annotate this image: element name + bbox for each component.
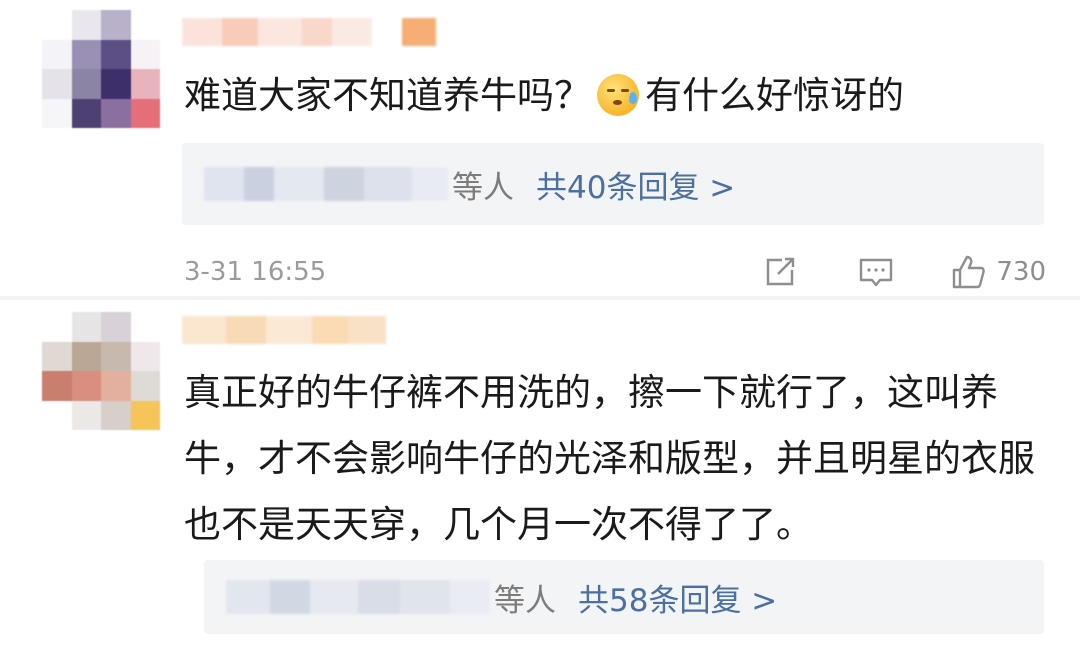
username-blurred[interactable] [182, 18, 436, 46]
like-icon [953, 255, 986, 289]
reply-users-suffix: 等人 [452, 169, 514, 206]
comment-text-part1: 难道大家不知道养牛吗？ [184, 74, 591, 117]
comment-item: 难道大家不知道养牛吗？ 有什么好惊讶的 等人 共40条回复 > 3-31 16:5… [0, 0, 1080, 300]
replies-box[interactable]: 等人 共40条回复 > [182, 143, 1044, 225]
sweat-emoji-icon [597, 74, 639, 116]
reply-count-link[interactable]: 共58条回复 > [578, 575, 777, 620]
comment-meta: 3-31 16:55 730 [184, 248, 1046, 296]
share-icon [767, 257, 795, 286]
comment-timestamp: 3-31 16:55 [184, 257, 327, 287]
comment-text: 真正好的牛仔裤不用洗的，擦一下就行了，这叫养牛，才不会影响牛仔的光泽和版型，并且… [184, 371, 1035, 546]
like-button[interactable]: 730 [948, 252, 1046, 292]
comment-text: 难道大家不知道养牛吗？ 有什么好惊讶的 [184, 63, 1054, 129]
avatar[interactable] [42, 312, 160, 430]
reply-users-blurred [226, 580, 490, 614]
reply-users-blurred [204, 167, 448, 201]
reply-users-suffix: 等人 [494, 582, 556, 619]
reply-count-link[interactable]: 共40条回复 > [536, 162, 735, 207]
replies-box[interactable]: 等人 共58条回复 > [204, 560, 1044, 634]
comment-button[interactable] [856, 252, 896, 292]
comment-item: 真正好的牛仔裤不用洗的，擦一下就行了，这叫养牛，才不会影响牛仔的光泽和版型，并且… [0, 300, 1080, 647]
username-blurred[interactable] [182, 316, 386, 344]
avatar[interactable] [42, 10, 160, 128]
comment-icon [860, 258, 893, 287]
like-count: 730 [996, 257, 1046, 287]
comment-text-part2: 有什么好惊讶的 [645, 74, 904, 117]
share-button[interactable] [760, 252, 800, 292]
